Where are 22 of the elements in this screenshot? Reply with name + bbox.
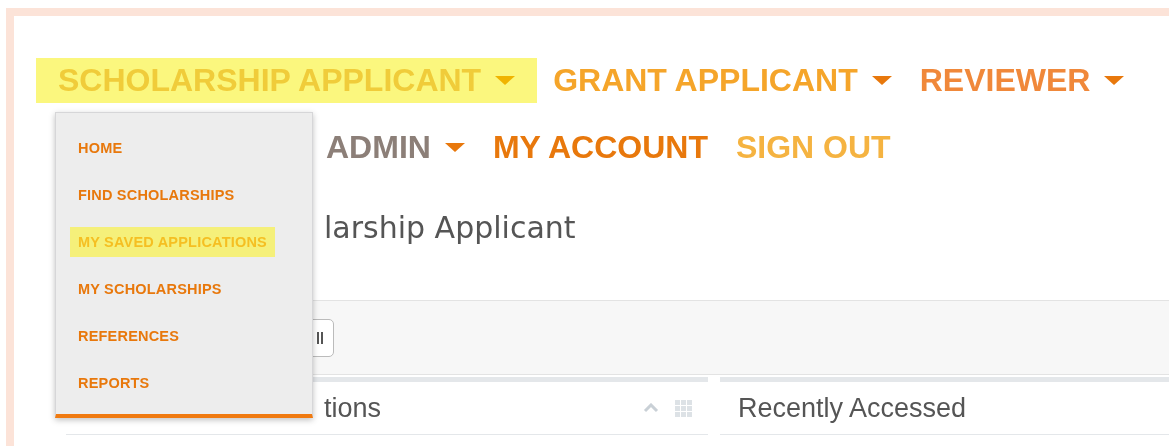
caret-icon <box>871 76 892 85</box>
caret-icon <box>495 76 516 85</box>
menu-item[interactable]: HOME <box>70 133 131 163</box>
nav-menu[interactable]: REVIEWER <box>907 58 1137 103</box>
nav-menu[interactable]: ADMIN <box>314 125 477 170</box>
menu-item[interactable]: FIND SCHOLARSHIPS <box>70 180 243 210</box>
nav-link[interactable]: SIGN OUT <box>724 125 903 170</box>
grid-icon[interactable] <box>675 399 692 417</box>
nav-link[interactable]: MY ACCOUNT <box>480 125 720 170</box>
bars-icon <box>317 331 323 344</box>
page-heading: larship Applicant <box>324 209 577 247</box>
panel-title: Recently Accessed <box>737 392 968 424</box>
menu-item[interactable]: REPORTS <box>70 368 158 398</box>
caret-icon <box>1104 76 1125 85</box>
panel-title: tions <box>323 392 383 424</box>
menu-item[interactable]: MY SAVED APPLICATIONS <box>70 227 275 257</box>
chevron-up-icon[interactable] <box>643 403 659 413</box>
caret-icon <box>444 143 465 152</box>
nav-menu[interactable]: GRANT APPLICANT <box>541 58 904 103</box>
menu-item[interactable]: MY SCHOLARSHIPS <box>70 274 230 304</box>
nav-menu[interactable]: SCHOLARSHIP APPLICANT <box>46 58 528 103</box>
menu-item[interactable]: REFERENCES <box>70 321 188 351</box>
